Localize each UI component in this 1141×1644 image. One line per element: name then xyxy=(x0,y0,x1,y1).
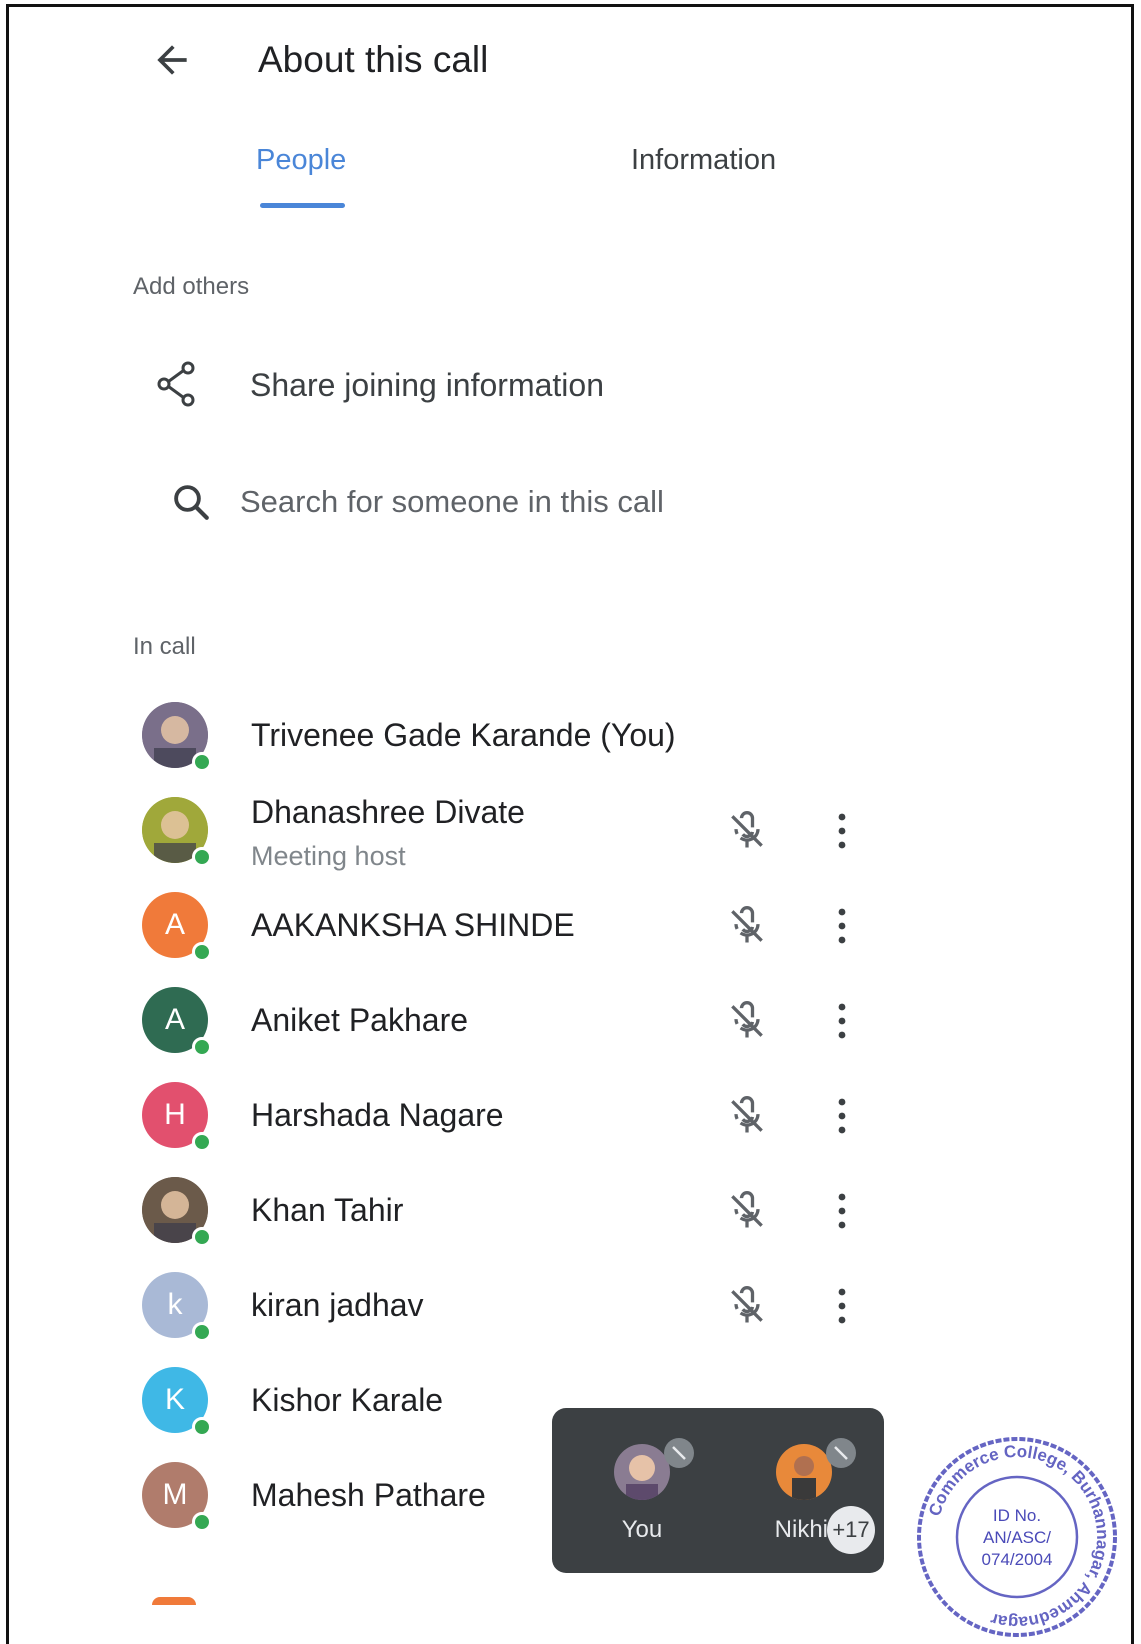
online-status-dot xyxy=(192,1037,212,1057)
mic-off-icon[interactable] xyxy=(725,1284,769,1328)
participant-name: Dhanashree Divate xyxy=(251,794,525,830)
mic-off-icon[interactable] xyxy=(725,999,769,1043)
participant-avatar: H xyxy=(142,1082,212,1152)
participant-avatar: K xyxy=(142,1367,212,1437)
share-joining-info-button[interactable]: Share joining information xyxy=(140,355,740,415)
more-options-icon[interactable] xyxy=(830,1284,854,1328)
participant-avatar: k xyxy=(142,1272,212,1342)
online-status-dot xyxy=(192,1132,212,1152)
mic-off-icon[interactable] xyxy=(725,1094,769,1138)
avatar-initial: M xyxy=(162,1478,188,1511)
avatar-initial: H xyxy=(164,1098,186,1131)
participant-avatar: M xyxy=(142,1462,212,1532)
tile-mic-off-icon xyxy=(664,1438,694,1468)
search-icon xyxy=(174,485,209,520)
participant-name: kiran jadhav xyxy=(251,1287,424,1323)
participant-avatar xyxy=(142,702,212,772)
you-avatar xyxy=(614,1444,670,1500)
mic-off-icon[interactable] xyxy=(725,904,769,948)
participant-row[interactable]: Khan Tahir xyxy=(140,1165,860,1255)
participant-name: Harshada Nagare xyxy=(251,1097,504,1133)
tile-mic-off-icon xyxy=(826,1438,856,1468)
next-participant-avatar-partial xyxy=(152,1597,196,1605)
online-status-dot xyxy=(192,1512,212,1532)
online-status-dot xyxy=(192,752,212,772)
avatar-initial: A xyxy=(164,908,185,941)
mini-video-tiles[interactable]: You Nikhil +17 xyxy=(552,1408,884,1573)
share-joining-info-label: Share joining information xyxy=(250,367,604,403)
nikhil-avatar xyxy=(776,1444,832,1500)
more-options-icon[interactable] xyxy=(830,1189,854,1233)
online-status-dot xyxy=(192,847,212,867)
avatar-initial: K xyxy=(164,1383,185,1416)
participant-row[interactable]: Dhanashree Divate Meeting host xyxy=(140,785,860,875)
participant-row[interactable]: A Aniket Pakhare xyxy=(140,975,860,1065)
page-title: About this call xyxy=(258,39,489,80)
participant-name: Trivenee Gade Karande (You) xyxy=(251,717,676,753)
mic-off-icon[interactable] xyxy=(725,809,769,853)
tab-information[interactable]: Information xyxy=(631,142,776,178)
more-options-icon[interactable] xyxy=(830,999,854,1043)
participant-avatar: A xyxy=(142,987,212,1057)
you-label: You xyxy=(621,1516,663,1543)
more-participants-badge[interactable]: +17 xyxy=(827,1506,875,1554)
mic-off-icon[interactable] xyxy=(725,1189,769,1233)
add-others-label: Add others xyxy=(133,273,250,300)
online-status-dot xyxy=(192,1417,212,1437)
participant-avatar xyxy=(142,797,212,867)
online-status-dot xyxy=(192,942,212,962)
more-options-icon[interactable] xyxy=(830,1094,854,1138)
share-icon xyxy=(157,361,195,407)
avatar-initial: A xyxy=(164,1003,185,1036)
more-options-icon[interactable] xyxy=(830,904,854,948)
participant-row[interactable]: H Harshada Nagare xyxy=(140,1070,860,1160)
participant-avatar xyxy=(142,1177,212,1247)
online-status-dot xyxy=(192,1322,212,1342)
tile-you[interactable]: You xyxy=(592,1438,694,1558)
online-status-dot xyxy=(192,1227,212,1247)
college-seal-stamp: Commerce College, Burhannagar, Ahmednaga… xyxy=(917,1437,1117,1637)
back-arrow-icon[interactable] xyxy=(150,38,194,82)
participant-row[interactable]: Trivenee Gade Karande (You) xyxy=(140,690,860,780)
participant-avatar: A xyxy=(142,892,212,962)
tab-people[interactable]: People xyxy=(256,142,346,178)
search-input[interactable] xyxy=(240,481,760,523)
stamp-line-2: AN/ASC/ xyxy=(983,1528,1051,1547)
participant-name: Aniket Pakhare xyxy=(251,1002,469,1038)
stamp-line-3: 074/2004 xyxy=(982,1550,1053,1569)
participant-role: Meeting host xyxy=(251,841,406,871)
participant-search xyxy=(160,475,760,535)
more-options-icon[interactable] xyxy=(830,809,854,853)
in-call-label: In call xyxy=(133,633,196,660)
participant-name: Mahesh Pathare xyxy=(251,1477,486,1513)
participant-row[interactable]: k kiran jadhav xyxy=(140,1260,860,1350)
stamp-line-1: ID No. xyxy=(993,1506,1041,1525)
active-tab-indicator xyxy=(260,203,345,208)
participant-row[interactable]: A AAKANKSHA SHINDE xyxy=(140,880,860,970)
avatar-initial: k xyxy=(167,1288,183,1321)
participant-name: Kishor Karale xyxy=(251,1382,444,1418)
participant-name: AAKANKSHA SHINDE xyxy=(251,907,575,943)
participant-name: Khan Tahir xyxy=(251,1192,404,1228)
